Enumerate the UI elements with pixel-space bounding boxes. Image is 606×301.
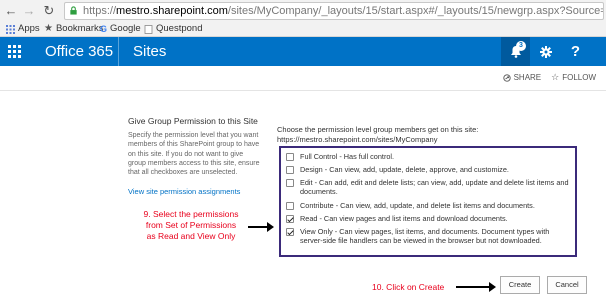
permission-label: Design - Can view, add, update, delete, … (300, 165, 509, 174)
cancel-button[interactable]: Cancel (547, 276, 587, 294)
permission-label: Edit - Can add, edit and delete lists; c… (300, 178, 569, 197)
bookmarks-bar: Apps ★ Bookmarks G Google Questpond (0, 21, 606, 37)
help-icon: ? (570, 43, 581, 60)
choose-permission-text: Choose the permission level group member… (277, 125, 577, 144)
choose-permission-label: Choose the permission level group member… (277, 125, 479, 134)
annotation-step-10: 10. Click on Create (372, 282, 445, 292)
permission-label: Read - Can view pages and list items and… (300, 214, 508, 223)
bookmark-apps[interactable]: Apps (6, 21, 40, 37)
suite-title[interactable]: Sites (133, 37, 166, 66)
divider (0, 90, 606, 91)
share-icon (502, 73, 511, 82)
url-host: mestro.sharepoint.com (116, 5, 228, 17)
url-path: /sites/MyCompany/_layouts/15/start.aspx#… (227, 5, 604, 17)
checkbox[interactable] (286, 179, 294, 187)
page-icon (144, 24, 153, 34)
bookmark-questpond[interactable]: Questpond (144, 21, 202, 37)
checkbox[interactable] (286, 153, 294, 161)
permission-levels-box: Full Control - Has full control. Design … (279, 146, 577, 257)
star-outline-icon: ☆ (551, 72, 560, 82)
address-row: ← → ↻ https://mestro.sharepoint.com/site… (0, 1, 606, 21)
bookmark-label: Apps (18, 23, 40, 34)
share-label: SHARE (513, 73, 542, 82)
url-scheme: https:// (83, 5, 117, 17)
app-launcher-icon[interactable] (0, 37, 29, 66)
share-follow-row: SHARE ☆ FOLLOW (502, 72, 596, 83)
notifications-button[interactable]: 3 (501, 37, 530, 66)
section-description: Specify the permission level that you wa… (128, 132, 260, 177)
settings-button[interactable] (531, 37, 560, 66)
bookmark-google[interactable]: G Google (100, 21, 141, 37)
create-button[interactable]: Create (500, 276, 540, 294)
lock-icon (70, 6, 77, 15)
follow-button[interactable]: ☆ FOLLOW (551, 72, 596, 83)
annotation-line: from Set of Permissions (145, 220, 237, 230)
checkbox-checked[interactable] (286, 215, 294, 223)
checkbox[interactable] (286, 202, 294, 210)
office365-brand[interactable]: Office 365 (45, 37, 113, 66)
annotation-line: as Read and View Only (146, 231, 236, 241)
back-arrow-icon[interactable]: ← (4, 4, 18, 18)
follow-label: FOLLOW (562, 73, 596, 82)
share-button[interactable]: SHARE (502, 72, 542, 83)
google-g-icon: G (100, 24, 108, 34)
site-url: https://mestro.sharepoint.com/sites/MyCo… (277, 134, 438, 144)
bookmark-label: Questpond (156, 23, 203, 34)
section-title: Give Group Permission to this Site (128, 116, 258, 126)
apps-grid-icon (6, 24, 15, 34)
annotation-arrow (248, 222, 274, 232)
suite-bar: Office 365 Sites 3 ? (0, 37, 606, 66)
url-bar[interactable]: https://mestro.sharepoint.com/sites/MyCo… (64, 2, 604, 20)
reload-icon[interactable]: ↻ (42, 4, 56, 18)
forward-arrow-icon[interactable]: → (22, 4, 36, 18)
browser-chrome: ← → ↻ https://mestro.sharepoint.com/site… (0, 0, 606, 37)
bookmark-label: Google (110, 23, 141, 34)
suite-divider (118, 37, 119, 66)
annotation-line: 9. Select the permissions (143, 209, 239, 219)
help-button[interactable]: ? (561, 37, 590, 66)
checkbox-checked[interactable] (286, 228, 294, 236)
gear-icon (539, 45, 552, 58)
permission-label: Full Control - Has full control. (300, 152, 395, 161)
annotation-arrow (456, 282, 496, 292)
star-icon: ★ (44, 23, 53, 34)
permission-label: Contribute - Can view, add, update, and … (300, 201, 535, 210)
annotation-step-9: 9. Select the permissions from Set of Pe… (131, 209, 251, 242)
notification-badge: 3 (516, 41, 526, 51)
bookmark-label: Bookmarks (55, 23, 104, 34)
permission-label: View Only - Can view pages, list items, … (300, 227, 550, 246)
view-permission-assignments-link[interactable]: View site permission assignments (128, 187, 240, 196)
bookmark-bookmarks[interactable]: ★ Bookmarks (44, 21, 103, 37)
checkbox[interactable] (286, 166, 294, 174)
